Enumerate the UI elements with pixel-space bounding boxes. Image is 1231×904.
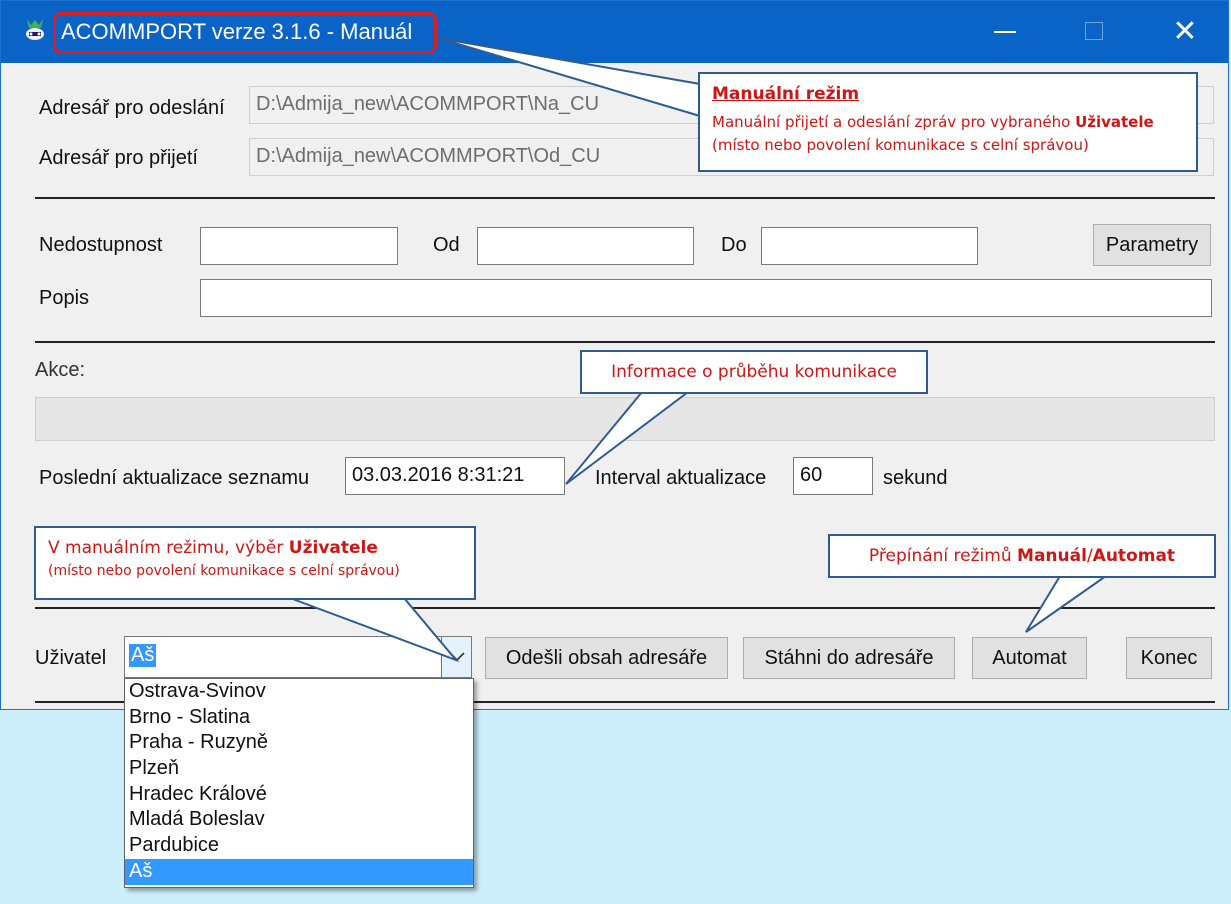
callout-mode-switch: Přepínání režimů Manuál/Automat — [828, 534, 1216, 578]
callout-text: V manuálním režimu, výběr — [48, 538, 284, 558]
callout-bold-text: Uživatele — [288, 538, 378, 558]
dropdown-toggle[interactable] — [441, 637, 471, 677]
callout-bold-text: Manuál — [1017, 546, 1087, 566]
send-directory-button[interactable]: Odešli obsah adresáře — [485, 637, 728, 679]
send-dir-label: Adresář pro odeslání — [39, 97, 225, 119]
to-input[interactable] — [761, 227, 978, 265]
user-option[interactable]: Mladá Boleslav — [125, 807, 473, 833]
chevron-down-icon — [449, 652, 465, 662]
callout-text: Manuální přijetí a odeslání zpráv pro vy… — [712, 113, 1071, 131]
close-button[interactable]: ✕ — [1163, 15, 1207, 49]
description-label: Popis — [39, 287, 90, 309]
to-label: Do — [721, 234, 747, 256]
maximize-button — [1073, 15, 1117, 49]
divider — [35, 341, 1215, 343]
callout-text: (místo nebo povolení komunikace s celní … — [712, 136, 1089, 154]
divider — [35, 197, 1215, 199]
end-button[interactable]: Konec — [1126, 637, 1212, 679]
from-input[interactable] — [477, 227, 694, 265]
window-title: ACOMMPORT verze 3.1.6 - Manuál — [61, 19, 413, 44]
app-icon — [26, 19, 44, 40]
interval-unit-label: sekund — [883, 467, 948, 489]
user-select-value: Aš — [129, 644, 157, 667]
last-update-label: Poslední aktualizace seznamu — [39, 467, 310, 489]
callout-user-line1: V manuálním režimu, výběr Uživatele — [48, 538, 462, 558]
parameters-button[interactable]: Parametry — [1093, 224, 1211, 266]
interval-label: Interval aktualizace — [595, 467, 767, 489]
callout-manual-title: Manuální režim — [712, 84, 860, 104]
user-option-selected[interactable]: Aš — [125, 858, 473, 885]
callout-bold-text: Automat — [1092, 546, 1176, 566]
automat-button[interactable]: Automat — [972, 637, 1087, 679]
user-option[interactable]: Brno - Slatina — [125, 705, 473, 731]
action-label: Akce: — [35, 359, 86, 381]
title-bar[interactable]: ACOMMPORT verze 3.1.6 - Manuál ✕ — [1, 1, 1228, 63]
user-select[interactable]: Aš — [124, 636, 472, 678]
user-option[interactable]: Hradec Králové — [125, 782, 473, 808]
callout-user-select: V manuálním režimu, výběr Uživatele (mís… — [34, 526, 476, 600]
unavailability-input[interactable] — [200, 227, 398, 265]
unavailability-label: Nedostupnost — [39, 234, 163, 256]
callout-manual-mode: Manuální režim Manuální přijetí a odeslá… — [698, 72, 1198, 172]
interval-input[interactable]: 60 — [793, 457, 873, 495]
user-option[interactable]: Pardubice — [125, 833, 473, 859]
callout-info: Informace o průběhu komunikace — [580, 350, 928, 394]
minimize-button[interactable] — [983, 15, 1027, 49]
user-label: Uživatel — [35, 647, 107, 669]
divider — [35, 607, 1215, 609]
callout-manual-body: Manuální přijetí a odeslání zpráv pro vy… — [712, 111, 1184, 157]
user-option[interactable]: Ostrava-Svinov — [125, 679, 473, 705]
callout-user-line2: (místo nebo povolení komunikace s celní … — [48, 563, 400, 579]
action-progress-bar — [35, 397, 1215, 441]
download-directory-button[interactable]: Stáhni do adresáře — [743, 637, 955, 679]
receive-dir-label: Adresář pro přijetí — [39, 147, 198, 169]
from-label: Od — [433, 234, 460, 256]
last-update-field[interactable]: 03.03.2016 8:31:21 — [345, 457, 565, 495]
user-option[interactable]: Plzeň — [125, 756, 473, 782]
description-input[interactable] — [200, 279, 1212, 317]
user-dropdown-list: Ostrava-Svinov Brno - Slatina Praha - Ru… — [124, 678, 474, 888]
callout-text: Přepínání režimů — [868, 546, 1012, 566]
user-option[interactable]: Praha - Ruzyně — [125, 730, 473, 756]
callout-bold-text: Uživatele — [1075, 113, 1154, 131]
